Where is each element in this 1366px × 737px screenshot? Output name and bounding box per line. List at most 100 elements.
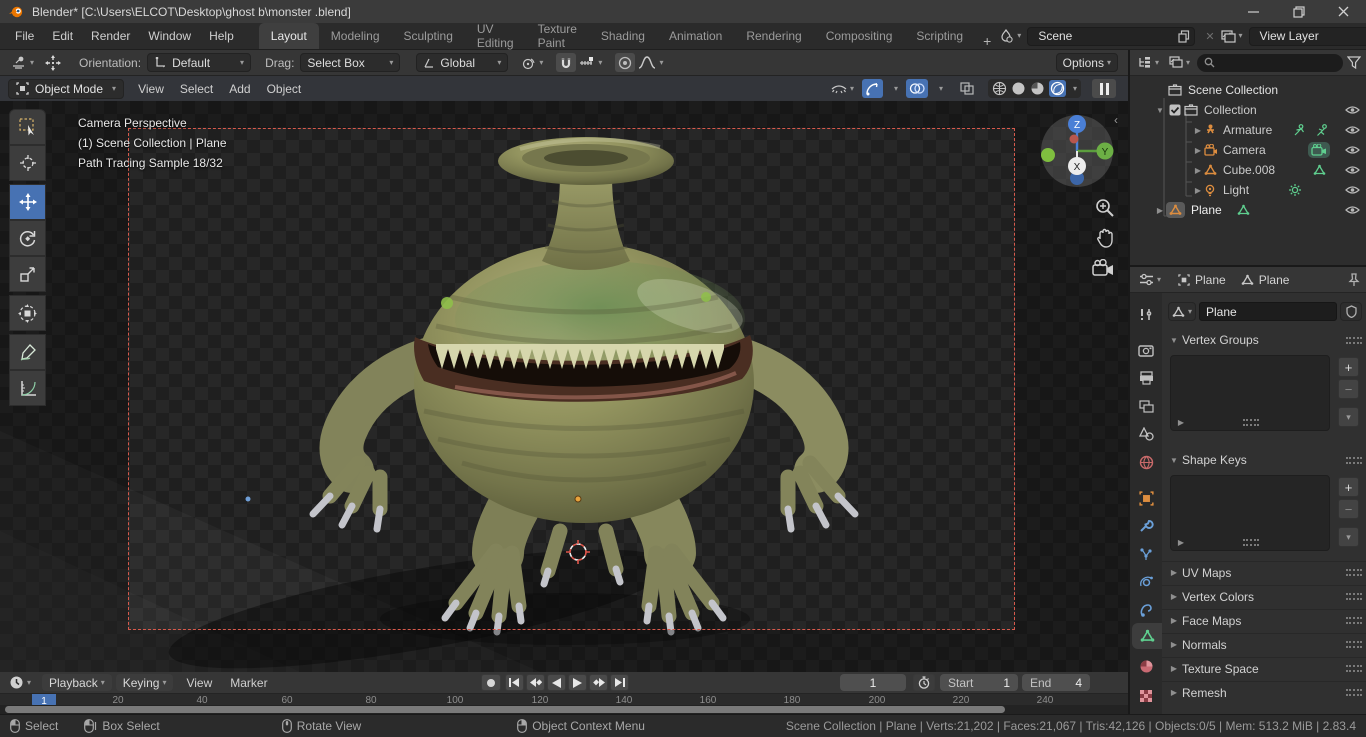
menu-object[interactable]: Object (267, 82, 302, 96)
disclosure-right-icon[interactable]: ▶ (1192, 146, 1204, 155)
menu-view[interactable]: View (138, 82, 164, 96)
menu-help[interactable]: Help (200, 29, 243, 43)
jump-to-start-button[interactable] (505, 674, 524, 691)
close-button[interactable] (1321, 0, 1366, 23)
measure-tool[interactable] (9, 370, 46, 406)
tab-scripting[interactable]: Scripting (904, 23, 975, 49)
shape-key-specials-button[interactable]: ▾ (1338, 527, 1359, 547)
tab-animation[interactable]: Animation (657, 23, 734, 49)
jump-to-end-button[interactable] (610, 674, 629, 691)
transform-orientation-dropdown[interactable]: Global ▾ (416, 53, 509, 72)
annotate-tool[interactable] (9, 334, 46, 370)
panel-vertex-colors[interactable]: ▶ Vertex Colors (1162, 585, 1366, 607)
properties-editor-type-dropdown[interactable]: ▾ (1136, 270, 1164, 289)
minimize-button[interactable] (1231, 0, 1276, 23)
snap-settings-dropdown[interactable]: ▾ (576, 53, 605, 72)
pan-hand-icon[interactable] (1094, 227, 1116, 249)
sun-light-data-icon[interactable] (1288, 183, 1302, 197)
next-keyframe-button[interactable] (589, 674, 608, 691)
keying-dropdown[interactable]: Keying ▾ (115, 674, 174, 691)
panel-drag-handle[interactable] (1346, 569, 1362, 576)
panel-drag-handle[interactable] (1346, 665, 1362, 672)
outliner-row-cube008[interactable]: ▶ Cube.008 (1192, 160, 1366, 180)
outliner-row-plane[interactable]: ▶ Plane (1154, 200, 1366, 220)
outliner-row-collection[interactable]: ▼ Collection (1154, 100, 1366, 120)
vertex-group-remove-button[interactable]: − (1338, 379, 1359, 399)
tab-uv-editing[interactable]: UV Editing (465, 22, 526, 50)
tab-layout[interactable]: Layout (258, 23, 319, 49)
scene-unlink-icon[interactable]: ✕ (1205, 30, 1214, 43)
view-layer-browse-button[interactable]: ▾ (1220, 29, 1243, 43)
hide-eye-icon[interactable] (1345, 185, 1360, 195)
tab-object[interactable] (1130, 485, 1162, 511)
menu-file[interactable]: File (6, 29, 43, 43)
panel-drag-handle[interactable] (1346, 336, 1362, 344)
hide-eye-icon[interactable] (1345, 125, 1360, 135)
shape-key-add-button[interactable]: + (1338, 477, 1359, 497)
menu-edit[interactable]: Edit (43, 29, 82, 43)
active-tool-button[interactable]: ▾ (8, 53, 37, 72)
use-preview-range-button[interactable] (913, 674, 935, 691)
panel-drag-handle[interactable] (1346, 456, 1362, 464)
pivot-point-dropdown[interactable]: ▾ (518, 53, 546, 72)
mesh-browse-dropdown[interactable]: ▾ (1168, 302, 1197, 321)
object-visibility-dropdown[interactable]: ▾ (828, 79, 857, 98)
mode-dropdown[interactable]: Object Mode ▾ (8, 78, 125, 99)
menu-render[interactable]: Render (82, 29, 139, 43)
timeline-scroll-track[interactable] (0, 705, 1128, 714)
camera-view-icon[interactable] (1092, 259, 1116, 279)
pin-icon[interactable] (1348, 272, 1360, 287)
menu-select[interactable]: Select (180, 82, 213, 96)
viewport-3d[interactable]: Object Mode ▾ View Select Add Object ▾ ▾ (0, 76, 1128, 672)
panel-face-maps[interactable]: ▶ Face Maps (1162, 609, 1366, 631)
region-collapse-icon[interactable]: ‹ (1114, 113, 1118, 127)
tab-modeling[interactable]: Modeling (319, 23, 392, 49)
tab-rendering[interactable]: Rendering (734, 23, 813, 49)
snap-toggle[interactable] (556, 53, 577, 72)
vertex-groups-list[interactable]: ▶ (1170, 355, 1330, 431)
add-workspace-button[interactable]: + (975, 33, 999, 49)
panel-texture-space[interactable]: ▶ Texture Space (1162, 657, 1366, 679)
frame-start-field[interactable]: Start 1 (940, 674, 1018, 691)
tab-shading[interactable]: Shading (589, 23, 657, 49)
tab-scene[interactable] (1130, 421, 1162, 447)
rendered-shading-active[interactable] (1048, 80, 1066, 97)
camera-data-icon[interactable] (1308, 142, 1330, 158)
viewport-canvas[interactable]: Camera Perspective (1) Scene Collection … (0, 101, 1128, 672)
view-layer-name-field[interactable]: View Layer (1248, 26, 1366, 46)
scene-name-field[interactable]: Scene (1027, 26, 1196, 46)
scale-tool[interactable] (9, 256, 46, 292)
xray-toggle[interactable] (957, 79, 977, 98)
drag-dropdown[interactable]: Select Box ▾ (300, 53, 401, 72)
disclosure-right-icon[interactable]: ▶ (1192, 186, 1204, 195)
tab-texture[interactable] (1130, 683, 1162, 709)
proportional-falloff-dropdown[interactable]: ▾ (635, 53, 666, 72)
vertex-group-add-button[interactable]: + (1338, 357, 1359, 377)
prev-keyframe-button[interactable] (526, 674, 545, 691)
current-frame-field[interactable]: 1 (840, 674, 906, 691)
menu-window[interactable]: Window (139, 29, 200, 43)
restore-button[interactable] (1276, 0, 1321, 23)
scene-browse-button[interactable]: ▾ (999, 29, 1021, 43)
disclosure-right-icon[interactable]: ▶ (1192, 126, 1204, 135)
disclosure-down-icon[interactable]: ▼ (1154, 106, 1166, 115)
solid-shading-icon[interactable] (1011, 81, 1026, 96)
timeline-editor-type-dropdown[interactable]: ▾ (6, 673, 34, 692)
hide-eye-icon[interactable] (1345, 205, 1360, 215)
panel-shape-keys[interactable]: ▼ Shape Keys (1162, 449, 1366, 471)
overlays-toggle[interactable] (905, 79, 928, 98)
mesh-data-icon[interactable] (1313, 164, 1326, 176)
tab-view-layer[interactable] (1130, 393, 1162, 419)
outliner-search-input[interactable] (1197, 53, 1343, 72)
shape-keys-list[interactable]: ▶ (1170, 475, 1330, 551)
panel-vertex-groups[interactable]: ▼ Vertex Groups (1162, 329, 1366, 351)
tab-modifiers[interactable] (1130, 513, 1162, 539)
cursor-tool[interactable] (9, 145, 46, 181)
play-reverse-button[interactable] (547, 674, 566, 691)
rotate-tool[interactable] (9, 220, 46, 256)
list-resize-handle[interactable] (1243, 539, 1259, 546)
disclosure-right-icon[interactable]: ▶ (1175, 418, 1187, 427)
filter-funnel-icon[interactable] (1347, 56, 1361, 69)
list-resize-handle[interactable] (1243, 419, 1259, 426)
copy-icon[interactable] (1178, 29, 1190, 43)
